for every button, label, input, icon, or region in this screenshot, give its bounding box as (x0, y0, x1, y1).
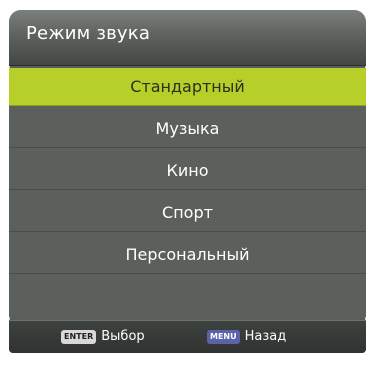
back-hint: MENU Назад (207, 329, 286, 344)
option-sport[interactable]: Спорт (9, 194, 366, 232)
menu-header: Режим звука (9, 10, 366, 66)
option-music[interactable]: Музыка (9, 110, 366, 148)
option-standard[interactable]: Стандартный (9, 68, 366, 106)
sound-mode-menu: Режим звука Стандартный Музыка Кино Спор… (9, 10, 366, 353)
menu-footer: ENTER Выбор MENU Назад (9, 320, 366, 353)
menu-title: Режим звука (26, 23, 151, 44)
enter-key-icon: ENTER (61, 329, 97, 344)
menu-key-icon: MENU (207, 329, 240, 344)
select-label: Выбор (101, 329, 145, 344)
option-cinema[interactable]: Кино (9, 152, 366, 190)
option-empty (9, 278, 366, 316)
tv-screen: Режим звука Стандартный Музыка Кино Спор… (0, 0, 377, 365)
options-list: Стандартный Музыка Кино Спорт Персональн… (9, 68, 366, 317)
back-label: Назад (244, 329, 287, 344)
select-hint: ENTER Выбор (61, 329, 145, 344)
option-personal[interactable]: Персональный (9, 236, 366, 274)
